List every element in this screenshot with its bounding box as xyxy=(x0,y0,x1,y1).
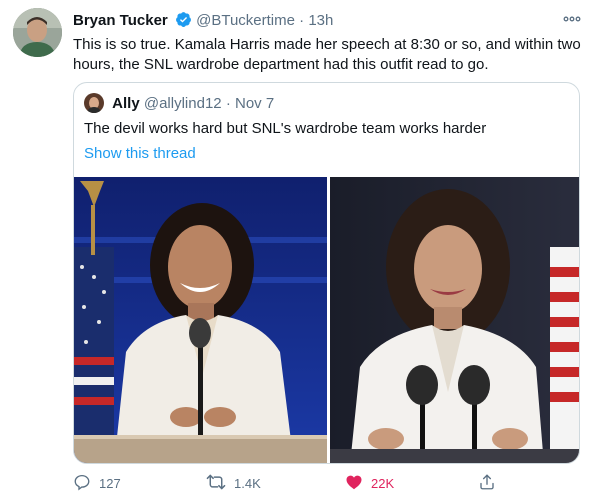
retweet-count: 1.4K xyxy=(234,475,261,491)
quoted-header: Ally @allylind12 · Nov 7 xyxy=(84,93,274,113)
author-handle[interactable]: @BTuckertime xyxy=(196,12,295,29)
share-button[interactable] xyxy=(478,470,504,496)
separator-dot: · xyxy=(299,12,305,29)
quoted-tweet[interactable]: Ally @allylind12 · Nov 7 The devil works… xyxy=(73,82,580,464)
quoted-separator-dot: · xyxy=(225,95,231,112)
heart-icon xyxy=(345,473,371,494)
tweet-actions: 127 1.4K 22K xyxy=(73,470,583,496)
verified-badge-icon xyxy=(175,11,192,35)
reply-count: 127 xyxy=(99,475,121,491)
quoted-author-handle: @allylind12 xyxy=(143,95,222,112)
tweet-time[interactable]: 13h xyxy=(308,12,333,29)
author-avatar[interactable] xyxy=(13,8,62,57)
retweet-button[interactable]: 1.4K xyxy=(206,470,261,496)
retweet-icon xyxy=(206,473,234,494)
tweet-text: This is so true. Kamala Harris made her … xyxy=(73,36,581,73)
author-name[interactable]: Bryan Tucker xyxy=(73,12,168,29)
quoted-date: Nov 7 xyxy=(234,95,275,112)
reply-icon xyxy=(73,473,99,494)
share-icon xyxy=(478,473,504,494)
show-thread-link[interactable]: Show this thread xyxy=(84,144,196,164)
quoted-photos xyxy=(74,177,579,463)
like-button[interactable]: 22K xyxy=(345,470,394,496)
quoted-text: The devil works hard but SNL's wardrobe … xyxy=(84,120,487,137)
more-icon[interactable] xyxy=(563,11,581,29)
like-count: 22K xyxy=(371,475,395,491)
reply-button[interactable]: 127 xyxy=(73,470,121,496)
photo-right[interactable] xyxy=(330,177,579,463)
photo-left[interactable] xyxy=(74,177,327,463)
quoted-author-name: Ally xyxy=(112,95,140,112)
tweet-header: Bryan Tucker @BTuckertime · 13h xyxy=(73,10,583,32)
quoted-avatar xyxy=(84,93,104,113)
